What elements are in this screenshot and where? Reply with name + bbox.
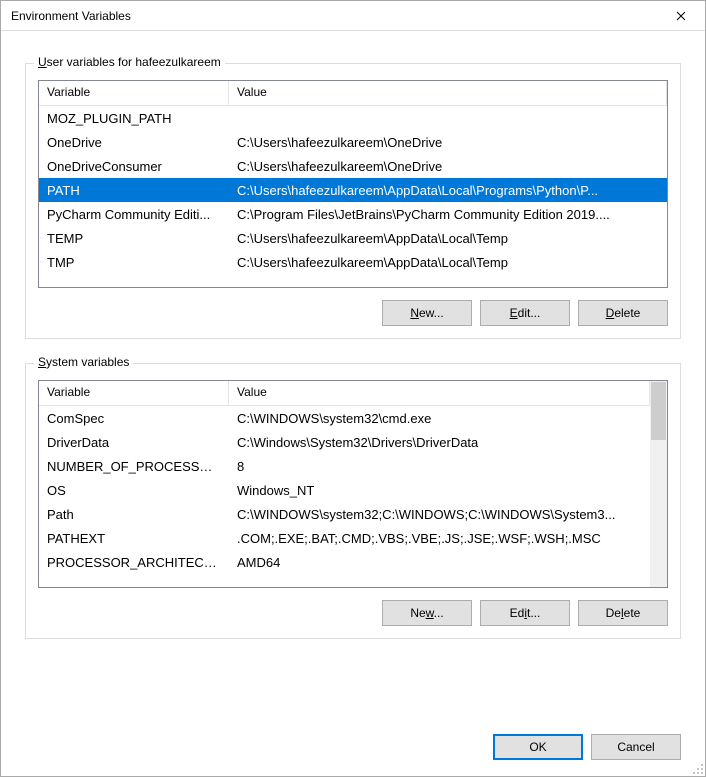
system-variables-list[interactable]: Variable Value ComSpecC:\WINDOWS\system3…	[38, 380, 668, 588]
user-variables-group: User variables for hafeezulkareem Variab…	[25, 63, 681, 339]
table-row[interactable]: PROCESSOR_ARCHITECTU...AMD64	[39, 550, 650, 574]
user-new-button[interactable]: New...	[382, 300, 472, 326]
table-row[interactable]: PyCharm Community Editi...C:\Program Fil…	[39, 202, 667, 226]
system-header-variable[interactable]: Variable	[39, 381, 229, 405]
ok-button[interactable]: OK	[493, 734, 583, 760]
cell-variable: PATH	[39, 180, 229, 201]
user-variables-list[interactable]: Variable Value MOZ_PLUGIN_PATHOneDriveC:…	[38, 80, 668, 288]
user-header-value[interactable]: Value	[229, 81, 667, 105]
cell-value: Windows_NT	[229, 480, 650, 501]
cell-variable: Path	[39, 504, 229, 525]
dialog-footer: OK Cancel	[1, 722, 705, 776]
cell-variable: PATHEXT	[39, 528, 229, 549]
system-scrollbar-thumb[interactable]	[651, 382, 666, 440]
table-row[interactable]: NUMBER_OF_PROCESSORS8	[39, 454, 650, 478]
user-list-header: Variable Value	[39, 81, 667, 106]
cell-value: C:\Program Files\JetBrains\PyCharm Commu…	[229, 204, 667, 225]
table-row[interactable]: TMPC:\Users\hafeezulkareem\AppData\Local…	[39, 250, 667, 274]
system-delete-button[interactable]: Delete	[578, 600, 668, 626]
cell-value: C:\WINDOWS\system32;C:\WINDOWS;C:\WINDOW…	[229, 504, 650, 525]
cell-value: C:\WINDOWS\system32\cmd.exe	[229, 408, 650, 429]
cell-variable: OneDriveConsumer	[39, 156, 229, 177]
system-scrollbar[interactable]	[650, 381, 667, 587]
cell-variable: ComSpec	[39, 408, 229, 429]
cell-value: AMD64	[229, 552, 650, 573]
system-edit-button[interactable]: Edit...	[480, 600, 570, 626]
table-row[interactable]: OneDriveC:\Users\hafeezulkareem\OneDrive	[39, 130, 667, 154]
table-row[interactable]: PATHC:\Users\hafeezulkareem\AppData\Loca…	[39, 178, 667, 202]
system-new-button[interactable]: New...	[382, 600, 472, 626]
cell-variable: PyCharm Community Editi...	[39, 204, 229, 225]
user-edit-button[interactable]: Edit...	[480, 300, 570, 326]
cell-variable: PROCESSOR_ARCHITECTU...	[39, 552, 229, 573]
titlebar: Environment Variables	[1, 1, 705, 31]
system-variables-group: System variables Variable Value ComSpecC…	[25, 363, 681, 639]
close-button[interactable]	[658, 2, 703, 30]
cell-value	[229, 115, 667, 121]
table-row[interactable]: PATHEXT.COM;.EXE;.BAT;.CMD;.VBS;.VBE;.JS…	[39, 526, 650, 550]
user-variables-label: User variables for hafeezulkareem	[34, 55, 225, 69]
table-row[interactable]: PathC:\WINDOWS\system32;C:\WINDOWS;C:\WI…	[39, 502, 650, 526]
system-list-header: Variable Value	[39, 381, 650, 406]
cancel-button[interactable]: Cancel	[591, 734, 681, 760]
cell-variable: NUMBER_OF_PROCESSORS	[39, 456, 229, 477]
table-row[interactable]: ComSpecC:\WINDOWS\system32\cmd.exe	[39, 406, 650, 430]
cell-value: .COM;.EXE;.BAT;.CMD;.VBS;.VBE;.JS;.JSE;.…	[229, 528, 650, 549]
cell-value: C:\Users\hafeezulkareem\AppData\Local\Te…	[229, 228, 667, 249]
cell-variable: OS	[39, 480, 229, 501]
table-row[interactable]: OneDriveConsumerC:\Users\hafeezulkareem\…	[39, 154, 667, 178]
user-delete-button[interactable]: Delete	[578, 300, 668, 326]
cell-value: 8	[229, 456, 650, 477]
window-title: Environment Variables	[11, 9, 658, 23]
cell-value: C:\Users\hafeezulkareem\OneDrive	[229, 132, 667, 153]
cell-variable: DriverData	[39, 432, 229, 453]
table-row[interactable]: MOZ_PLUGIN_PATH	[39, 106, 667, 130]
table-row[interactable]: TEMPC:\Users\hafeezulkareem\AppData\Loca…	[39, 226, 667, 250]
cell-value: C:\Users\hafeezulkareem\AppData\Local\Te…	[229, 252, 667, 273]
table-row[interactable]: DriverDataC:\Windows\System32\Drivers\Dr…	[39, 430, 650, 454]
close-icon	[676, 11, 686, 21]
cell-value: C:\Users\hafeezulkareem\OneDrive	[229, 156, 667, 177]
cell-variable: MOZ_PLUGIN_PATH	[39, 108, 229, 129]
system-variables-label: System variables	[34, 355, 133, 369]
cell-variable: TEMP	[39, 228, 229, 249]
cell-variable: OneDrive	[39, 132, 229, 153]
cell-variable: TMP	[39, 252, 229, 273]
system-header-value[interactable]: Value	[229, 381, 650, 405]
cell-value: C:\Windows\System32\Drivers\DriverData	[229, 432, 650, 453]
cell-value: C:\Users\hafeezulkareem\AppData\Local\Pr…	[229, 180, 667, 201]
table-row[interactable]: OSWindows_NT	[39, 478, 650, 502]
user-header-variable[interactable]: Variable	[39, 81, 229, 105]
